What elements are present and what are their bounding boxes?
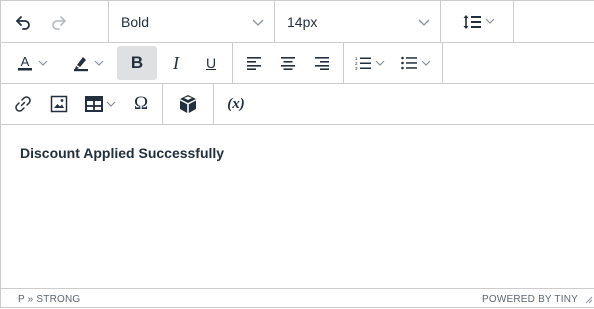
insert-variable-button[interactable]: (x): [216, 87, 256, 121]
chevron-down-icon: [94, 60, 104, 67]
italic-label: I: [173, 52, 179, 73]
underline-label: U: [205, 55, 217, 71]
block-format-value: Bold: [121, 13, 150, 30]
toolbar-separator: [162, 83, 163, 125]
bullet-list-icon: [401, 55, 417, 71]
variable-label: (x): [227, 95, 245, 112]
numbered-list-button[interactable]: 123: [348, 46, 392, 80]
svg-text:A: A: [21, 54, 30, 69]
font-size-value: 14px: [287, 13, 318, 30]
text-color-button[interactable]: A: [6, 46, 58, 80]
toolbar-separator: [232, 42, 233, 84]
resize-handle-icon[interactable]: [585, 296, 593, 307]
content-text: Discount Applied Successfully: [20, 145, 225, 161]
toolbar-separator: [442, 42, 443, 84]
redo-icon: [49, 12, 69, 32]
toolbar-row-3: Ω (x): [1, 83, 594, 125]
chevron-down-icon: [38, 60, 48, 67]
toolbar-separator: [343, 42, 344, 84]
undo-button[interactable]: [6, 5, 40, 39]
insert-table-button[interactable]: [78, 87, 122, 121]
align-center-icon: [280, 56, 296, 70]
redo-button[interactable]: [42, 5, 76, 39]
align-left-icon: [246, 56, 262, 70]
highlight-icon: [72, 54, 90, 72]
bold-label: B: [130, 53, 144, 72]
block-format-dropdown[interactable]: Bold: [109, 1, 274, 43]
toolbar-separator: [513, 0, 514, 43]
underline-button[interactable]: U: [194, 46, 228, 80]
link-icon: [14, 95, 32, 113]
toolbar-row-1: Bold 14px: [1, 0, 594, 43]
chevron-down-icon: [485, 18, 495, 25]
image-icon: [50, 95, 68, 113]
toolbar-separator: [213, 83, 214, 125]
toolbar-row-2: A B I U 1 2 3: [1, 42, 594, 84]
special-char-label: Ω: [133, 93, 149, 114]
text-color-icon: A: [16, 54, 34, 72]
insert-image-button[interactable]: [42, 87, 76, 121]
plugin-button[interactable]: [168, 87, 208, 121]
status-bar: P » STRONG POWERED BY TINY: [1, 288, 594, 309]
line-height-button[interactable]: [443, 5, 513, 39]
highlight-button[interactable]: [62, 46, 114, 80]
italic-button[interactable]: I: [158, 46, 194, 80]
bullet-list-button[interactable]: [394, 46, 438, 80]
align-right-icon: [314, 56, 330, 70]
line-height-icon: [462, 13, 482, 31]
numbered-list-icon: 123: [355, 55, 371, 71]
chevron-down-icon: [421, 60, 431, 67]
powered-by-link[interactable]: POWERED BY TINY: [482, 294, 578, 305]
chevron-down-icon: [106, 101, 116, 108]
align-right-button[interactable]: [305, 46, 339, 80]
font-size-dropdown[interactable]: 14px: [275, 1, 440, 43]
toolbar-separator: [440, 0, 441, 43]
align-center-button[interactable]: [271, 46, 305, 80]
link-button[interactable]: [6, 87, 40, 121]
editor-content[interactable]: Discount Applied Successfully: [1, 125, 594, 289]
rich-text-editor: Bold 14px A B I U 1 2 3 Ω (x) Discount A…: [0, 0, 594, 308]
table-icon: [84, 96, 103, 112]
chevron-down-icon: [418, 14, 430, 30]
element-path[interactable]: P » STRONG: [18, 294, 80, 305]
chevron-down-icon: [252, 14, 264, 30]
align-left-button[interactable]: [237, 46, 271, 80]
bold-button[interactable]: B: [117, 46, 157, 80]
svg-text:3: 3: [355, 66, 358, 71]
cube-icon: [178, 94, 198, 114]
special-character-button[interactable]: Ω: [124, 87, 158, 121]
chevron-down-icon: [375, 60, 385, 67]
undo-icon: [13, 12, 33, 32]
